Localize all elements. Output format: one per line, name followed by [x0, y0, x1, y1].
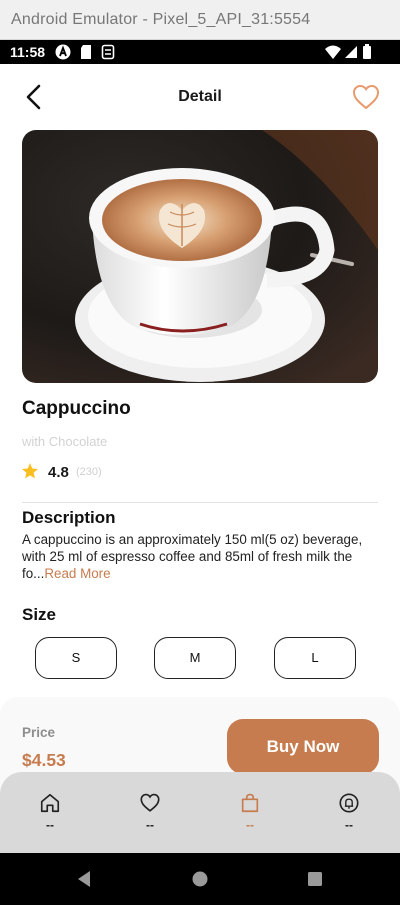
price-value: $4.53	[22, 750, 66, 770]
home-icon	[40, 793, 60, 813]
android-auto-icon	[55, 44, 71, 60]
status-time: 11:58	[10, 44, 46, 60]
read-more-link[interactable]: Read More	[44, 566, 110, 581]
emulator-titlebar: Android Emulator - Pixel_5_API_31:5554	[0, 0, 400, 40]
signal-icon	[345, 46, 357, 58]
product-name: Cappuccino	[22, 398, 131, 419]
wifi-icon	[325, 45, 341, 59]
bag-icon	[241, 793, 259, 813]
size-option-s[interactable]: S	[35, 637, 117, 679]
sd-card-icon	[81, 45, 91, 59]
status-bar: 11:58	[0, 40, 400, 64]
size-option-m[interactable]: M	[154, 637, 236, 679]
size-option-l[interactable]: L	[274, 637, 356, 679]
heart-icon	[140, 793, 160, 812]
notification-icon	[339, 793, 359, 813]
detail-screen: Detail Cappuccino with Chocolate 4.8 (23…	[0, 64, 400, 853]
rating-value: 4.8	[48, 464, 69, 481]
nav-label-favorites: --	[146, 818, 154, 832]
nav-item-home[interactable]: --	[20, 792, 80, 842]
star-icon	[22, 463, 38, 479]
system-recents-icon[interactable]	[305, 869, 325, 889]
buy-now-button[interactable]: Buy Now	[227, 719, 379, 774]
page-title: Detail	[178, 88, 222, 105]
rating-count: (230)	[76, 466, 102, 478]
price-label: Price	[22, 725, 56, 740]
nav-label-bag: --	[246, 818, 254, 832]
product-subtitle: with Chocolate	[22, 434, 108, 449]
system-nav-bar	[0, 853, 400, 905]
nav-item-favorites[interactable]: --	[120, 792, 180, 842]
nav-label-home: --	[46, 818, 54, 832]
system-back-icon[interactable]	[75, 869, 95, 889]
nav-item-notifications[interactable]: --	[319, 792, 379, 842]
nav-item-bag[interactable]: --	[220, 792, 280, 842]
emulator-title: Android Emulator - Pixel_5_API_31:5554	[11, 11, 311, 28]
favorite-heart-icon[interactable]	[352, 84, 380, 110]
system-home-icon[interactable]	[190, 869, 210, 889]
data-saver-icon	[101, 44, 115, 60]
description-text: A cappuccino is an approximately 150 ml(…	[22, 531, 378, 582]
size-title: Size	[22, 605, 57, 624]
divider	[22, 502, 378, 503]
battery-icon	[363, 44, 371, 59]
product-image	[22, 130, 378, 383]
nav-label-notifications: --	[345, 818, 353, 832]
bottom-nav: -- -- -- --	[0, 772, 400, 853]
description-title: Description	[22, 508, 116, 527]
